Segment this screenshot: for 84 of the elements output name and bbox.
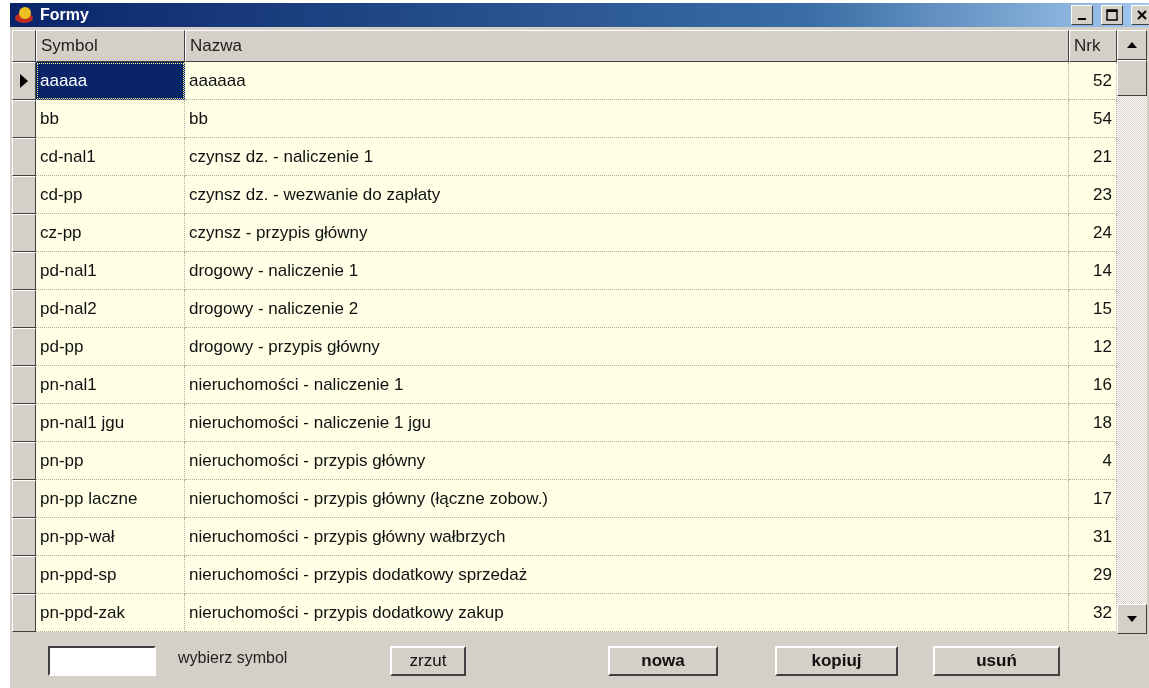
table-cell: pd-pp: [36, 328, 185, 366]
table-cell: bb: [185, 100, 1069, 138]
row-indicator[interactable]: [12, 556, 36, 594]
table-cell: 4: [1069, 442, 1117, 480]
action-button[interactable]: usuń: [933, 646, 1060, 676]
table-cell: 21: [1069, 138, 1117, 176]
table-cell: 17: [1069, 480, 1117, 518]
row-indicator[interactable]: [12, 62, 36, 100]
table-cell: czynsz dz. - wezwanie do zapłaty: [185, 176, 1069, 214]
table-cell: nieruchomości - naliczenie 1: [185, 366, 1069, 404]
row-indicator[interactable]: [12, 480, 36, 518]
column-header[interactable]: Symbol: [36, 30, 185, 62]
table-cell: nieruchomości - przypis główny (łączne zobow.): [185, 480, 1069, 518]
table-cell: 32: [1069, 594, 1117, 632]
action-button[interactable]: nowa: [608, 646, 718, 676]
table-cell: pd-nal2: [36, 290, 185, 328]
table-cell: 31: [1069, 518, 1117, 556]
column-header[interactable]: Nrk: [1069, 30, 1117, 62]
table-cell: 23: [1069, 176, 1117, 214]
row-indicator[interactable]: [12, 366, 36, 404]
row-indicator[interactable]: [12, 100, 36, 138]
table-cell: pn-pp-wał: [36, 518, 185, 556]
table-cell: cz-pp: [36, 214, 185, 252]
row-indicator[interactable]: [12, 214, 36, 252]
table-cell: pd-nal1: [36, 252, 185, 290]
field-label: wybierz symbol: [178, 649, 289, 667]
table-cell: 14: [1069, 252, 1117, 290]
row-indicator[interactable]: [12, 518, 36, 556]
scrollbar[interactable]: [1117, 30, 1147, 634]
window-title: Formy: [40, 6, 90, 24]
table-cell: 18: [1069, 404, 1117, 442]
table-cell: pn-nal1 jgu: [36, 404, 185, 442]
table-cell: nieruchomości - przypis dodatkowy sprzedaż: [185, 556, 1069, 594]
table-cell: drogowy - naliczenie 2: [185, 290, 1069, 328]
table-cell: 15: [1069, 290, 1117, 328]
table-cell: nieruchomości - przypis dodatkowy zakup: [185, 594, 1069, 632]
row-indicator[interactable]: [12, 138, 36, 176]
table-cell: 12: [1069, 328, 1117, 366]
row-indicator[interactable]: [12, 594, 36, 632]
row-indicator[interactable]: [12, 328, 36, 366]
table-cell: aaaaa: [36, 62, 185, 100]
row-indicator[interactable]: [12, 442, 36, 480]
table-cell: pn-ppd-sp: [36, 556, 185, 594]
row-indicator[interactable]: [12, 252, 36, 290]
up-arrow-icon: [1127, 42, 1137, 48]
table-cell: nieruchomości - przypis główny: [185, 442, 1069, 480]
close-button[interactable]: [1131, 5, 1149, 25]
table-cell: pn-pp: [36, 442, 185, 480]
table-cell: cd-pp: [36, 176, 185, 214]
table-cell: czynsz - przypis główny: [185, 214, 1069, 252]
action-button[interactable]: zrzut: [390, 646, 466, 676]
table-cell: czynsz dz. - naliczenie 1: [185, 138, 1069, 176]
row-indicator[interactable]: [12, 404, 36, 442]
table-cell: 24: [1069, 214, 1117, 252]
table-cell: aaaaaa: [185, 62, 1069, 100]
scroll-thumb[interactable]: [1117, 60, 1147, 96]
table-cell: 52: [1069, 62, 1117, 100]
maximize-icon: [1106, 9, 1118, 21]
table-cell: cd-nal1: [36, 138, 185, 176]
table-cell: nieruchomości - naliczenie 1 jgu: [185, 404, 1069, 442]
minimize-button[interactable]: [1071, 5, 1093, 25]
table-cell: pn-pp laczne: [36, 480, 185, 518]
row-indicator[interactable]: [12, 290, 36, 328]
row-indicator[interactable]: [12, 176, 36, 214]
scroll-down-button[interactable]: [1117, 604, 1147, 634]
close-icon: [1136, 9, 1148, 21]
current-row-icon: [20, 74, 28, 88]
table-cell: bb: [36, 100, 185, 138]
maximize-button[interactable]: [1101, 5, 1123, 25]
table-cell: pn-nal1: [36, 366, 185, 404]
table-cell: drogowy - naliczenie 1: [185, 252, 1069, 290]
column-header[interactable]: Nazwa: [185, 30, 1069, 62]
app-icon: [14, 6, 34, 24]
down-arrow-icon: [1127, 616, 1137, 622]
action-button[interactable]: kopiuj: [775, 646, 898, 676]
symbol-input-field[interactable]: [48, 646, 156, 676]
scroll-up-button[interactable]: [1117, 30, 1147, 60]
table-cell: 54: [1069, 100, 1117, 138]
table-cell: drogowy - przypis główny: [185, 328, 1069, 366]
minimize-icon: [1078, 18, 1086, 20]
table-cell: 16: [1069, 366, 1117, 404]
table-cell: nieruchomości - przypis główny wałbrzych: [185, 518, 1069, 556]
table-cell: 29: [1069, 556, 1117, 594]
table-cell: pn-ppd-zak: [36, 594, 185, 632]
